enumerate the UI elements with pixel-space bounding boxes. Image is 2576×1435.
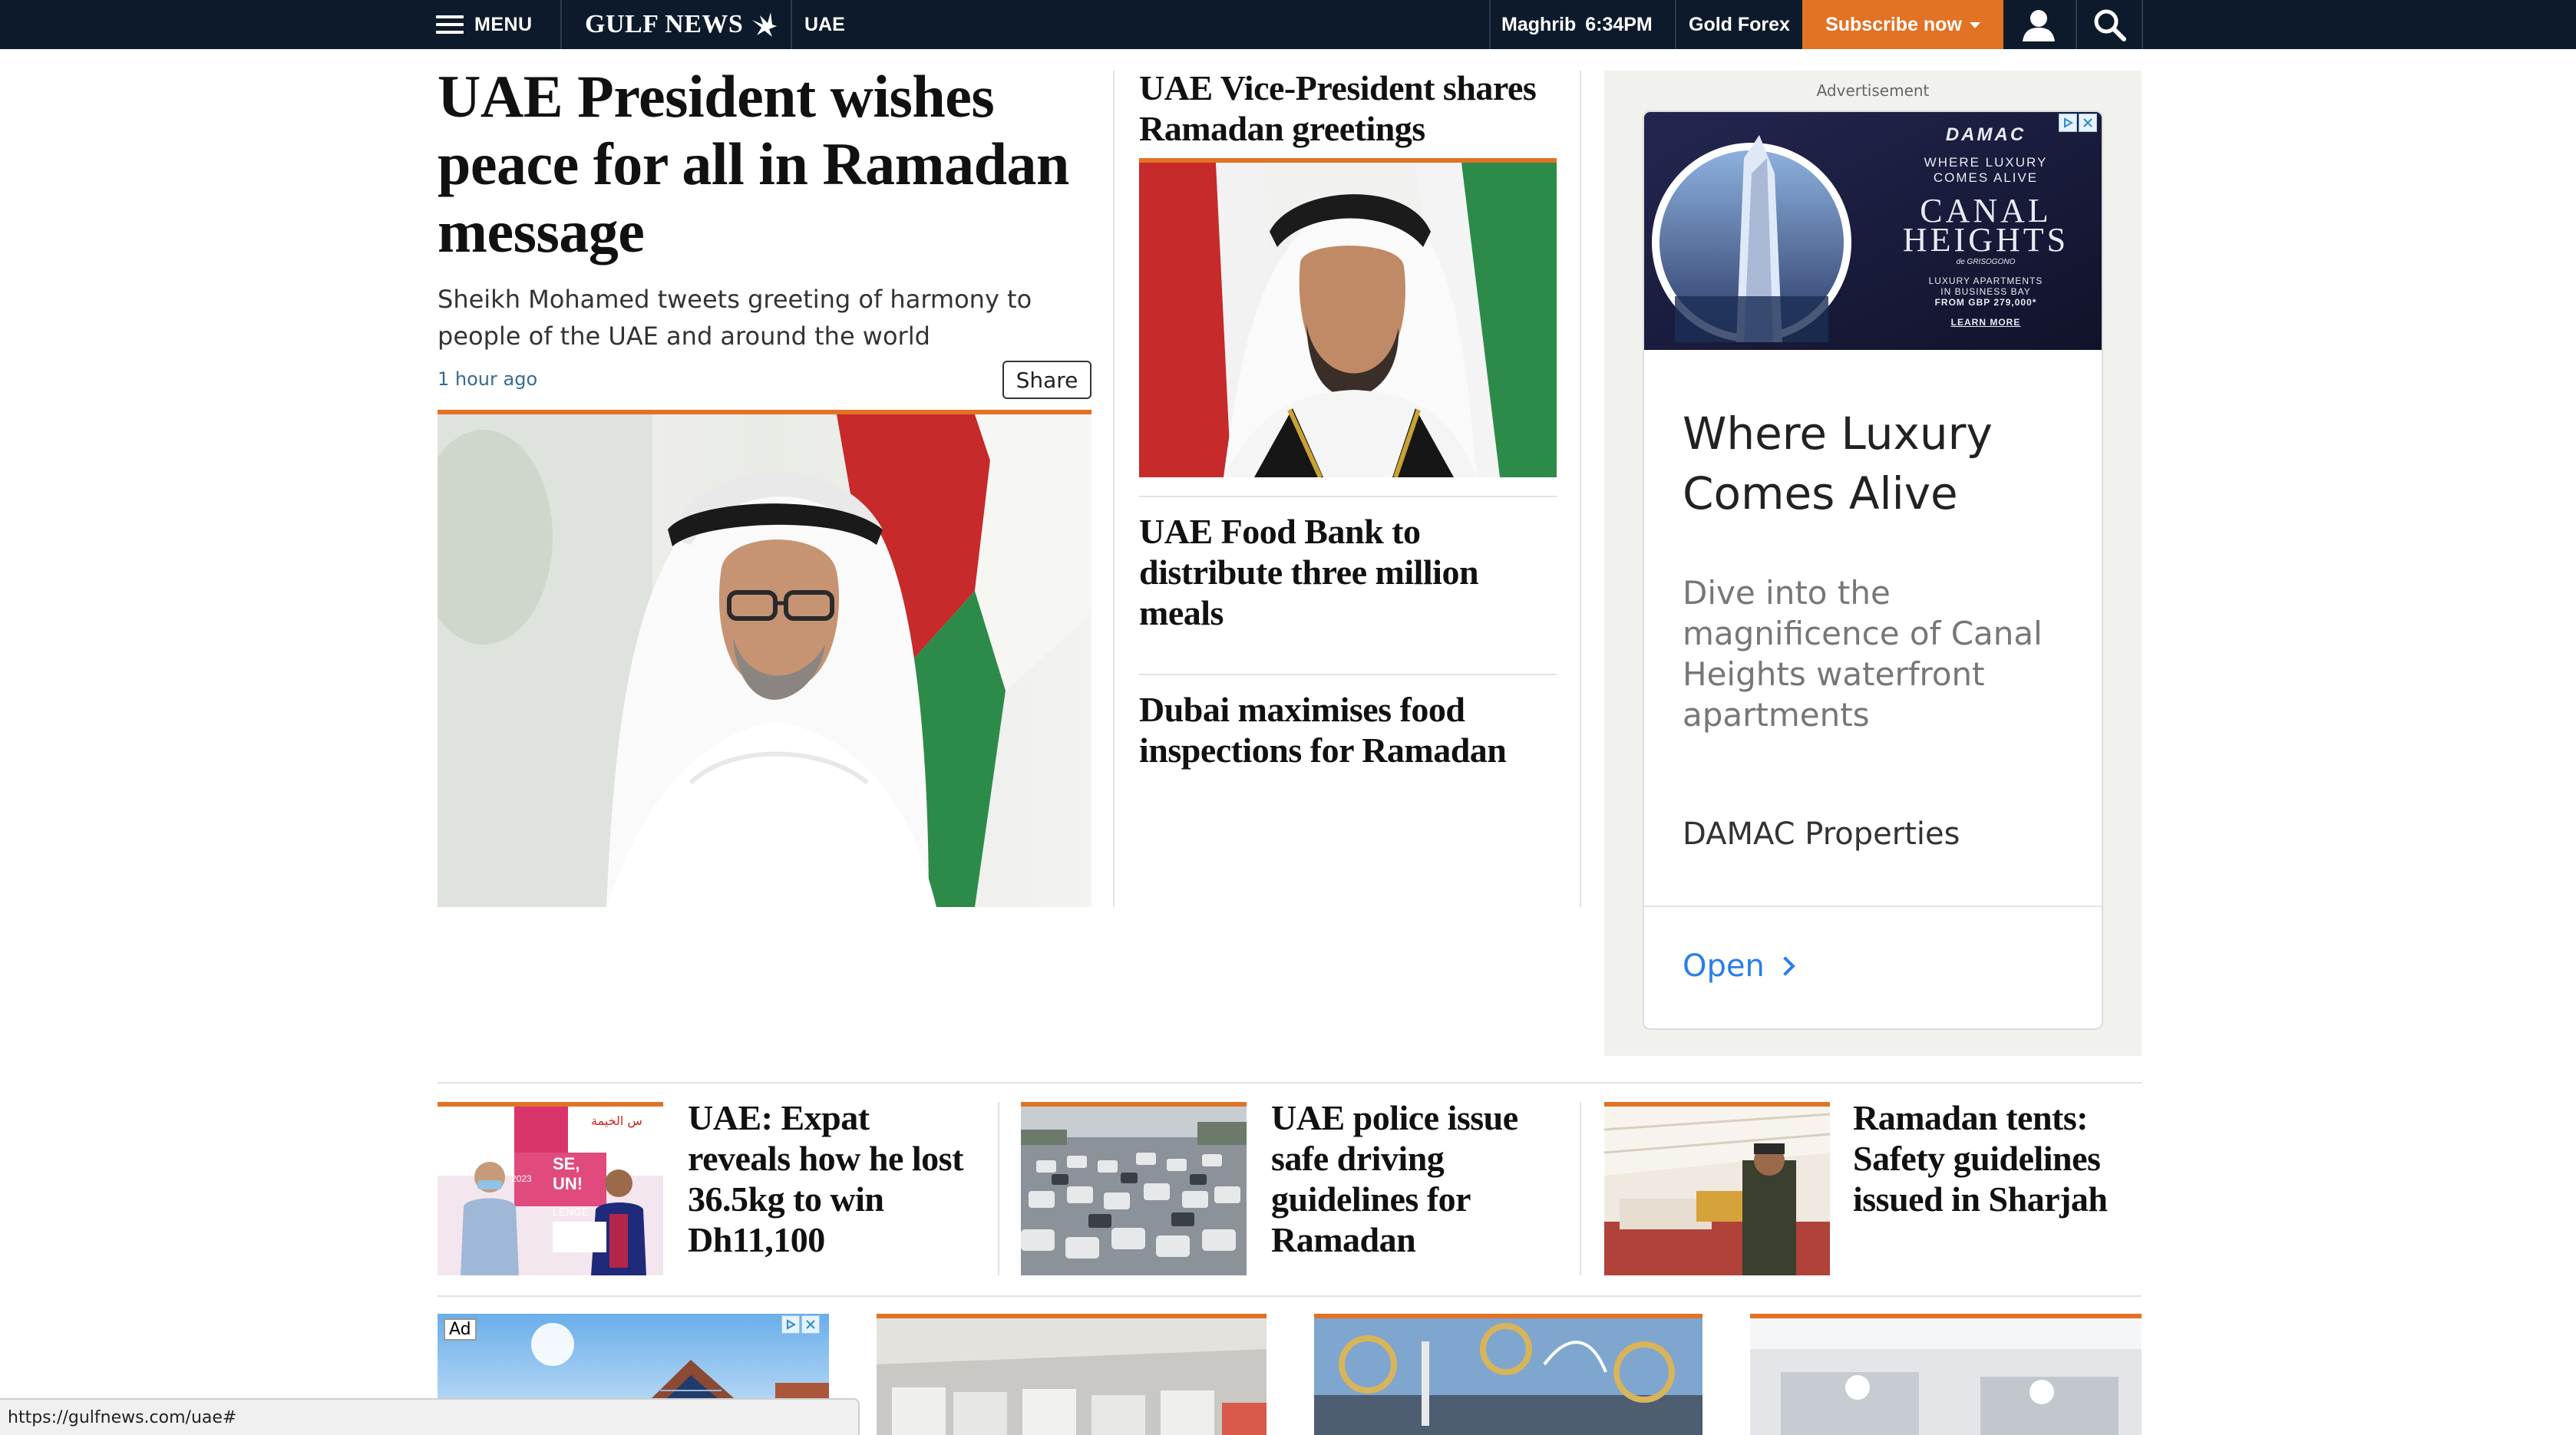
expat-weight-loss-photo[interactable]: س الخيمة SE, UN! 2023 LENGE — [438, 1102, 663, 1275]
expat-sign-challenge: LENGE — [553, 1206, 589, 1218]
hamburger-icon — [436, 14, 464, 35]
menu-button[interactable]: MENU — [436, 0, 533, 49]
prayer-name: Maghrib — [1501, 13, 1577, 35]
story-expat-headline[interactable]: UAE: Expat reveals how he lost 36.5kg to… — [688, 1097, 979, 1260]
ad-close-icon[interactable] — [801, 1315, 820, 1334]
ad-banner-tagline-1: WHERE LUXURY — [1924, 155, 2048, 170]
ad-open-button[interactable]: Open — [1683, 948, 1795, 984]
account-button[interactable] — [2003, 0, 2074, 49]
ad-badge: Ad — [444, 1318, 477, 1341]
ad-close-icon[interactable] — [2079, 114, 2097, 132]
browser-status-url: https://gulfnews.com/uae# — [0, 1398, 860, 1435]
gold-forex-label: Gold Forex — [1689, 13, 1790, 35]
expat-arabic-text: س الخيمة — [591, 1113, 642, 1128]
ad-description: Dive into the magnificence of Canal Heig… — [1683, 574, 2043, 734]
chevron-down-icon — [1969, 22, 1980, 28]
prayer-time[interactable]: Maghrib 6:34PM — [1501, 0, 1653, 49]
adchoices-icon[interactable] — [781, 1315, 800, 1334]
ad-card[interactable]: DAMAC WHERE LUXURY COMES ALIVE CANAL HEI… — [1643, 111, 2103, 1030]
section-link-uae[interactable]: UAE — [804, 0, 845, 49]
search-icon — [2094, 9, 2126, 41]
lead-photo[interactable] — [438, 410, 1091, 907]
top-navigation-bar: MENU GULF NEWS UAE Maghrib 6:34PM Gold F… — [0, 0, 2576, 49]
warehouse-image — [877, 1318, 1267, 1435]
ad-banner-line-3: FROM GBP 279,000* — [1934, 297, 2037, 308]
vice-president-portrait-image — [1139, 163, 1557, 477]
traffic-image — [1021, 1107, 1247, 1275]
story-ramadan-tents-headline[interactable]: Ramadan tents: Safety guidelines issued … — [1853, 1097, 2145, 1219]
adchoices-icon[interactable] — [2059, 114, 2077, 132]
gold-forex-link[interactable]: Gold Forex — [1689, 0, 1790, 49]
share-button[interactable]: Share — [1002, 361, 1091, 399]
traffic-photo[interactable] — [1021, 1102, 1247, 1275]
expat-sign-text-1: SE, — [553, 1154, 580, 1173]
bottom-story-photo-1[interactable] — [877, 1314, 1267, 1435]
advertisement-panel: Advertisement DAMAC WHERE LUXURY COMES A… — [1604, 71, 2142, 1056]
ad-banner-line-2: IN BUSINESS BAY — [1940, 286, 2031, 297]
ad-banner-partner: de GRISOGONO — [1956, 258, 2016, 266]
ad-banner-tagline-2: COMES ALIVE — [1933, 170, 2039, 185]
section-label: UAE — [804, 13, 845, 35]
ad-banner-line-1: LUXURY APARTMENTS — [1928, 275, 2043, 286]
bottom-story-photo-3[interactable] — [1750, 1314, 2142, 1435]
subscribe-label: Subscribe now — [1825, 13, 1962, 35]
lead-timestamp: 1 hour ago — [438, 368, 538, 390]
ad-banner-cta[interactable]: LEARN MORE — [1874, 317, 2097, 328]
president-portrait-image — [438, 414, 1091, 907]
story-food-bank-headline[interactable]: UAE Food Bank to distribute three millio… — [1139, 511, 1538, 633]
ramadan-tent-photo[interactable] — [1604, 1102, 1830, 1275]
expat-sign-year: 2023 — [511, 1173, 532, 1184]
ad-headline[interactable]: Where Luxury Comes Alive — [1683, 404, 2082, 523]
ad-open-label: Open — [1683, 948, 1765, 984]
ad-banner-project-2: HEIGHTS — [1902, 221, 2069, 259]
story-food-inspections-headline[interactable]: Dubai maximises food inspections for Ram… — [1139, 689, 1538, 770]
ad-banner-image[interactable]: DAMAC WHERE LUXURY COMES ALIVE CANAL HEI… — [1644, 112, 2102, 350]
ad-advertiser: DAMAC Properties — [1683, 816, 1960, 852]
lead-headline[interactable]: UAE President wishes peace for all in Ra… — [438, 63, 1098, 266]
expat-photo-image: س الخيمة SE, UN! 2023 LENGE — [438, 1107, 663, 1275]
lead-summary: Sheikh Mohamed tweets greeting of harmon… — [438, 285, 1032, 351]
ramadan-lights-image — [1314, 1318, 1702, 1435]
gulf-news-logo[interactable]: GULF NEWS — [585, 0, 780, 49]
logo-text: GULF NEWS — [585, 10, 744, 38]
menu-label: MENU — [474, 13, 533, 35]
subscribe-button[interactable]: Subscribe now — [1802, 0, 2003, 49]
prayer-time-value: 6:34PM — [1585, 13, 1653, 35]
user-icon — [2023, 10, 2055, 41]
search-button[interactable] — [2077, 0, 2142, 49]
vice-president-photo[interactable] — [1139, 158, 1557, 477]
story-police-guidelines-headline[interactable]: UAE police issue safe driving guidelines… — [1271, 1097, 1563, 1260]
food-inspection-image — [1750, 1318, 2142, 1435]
bottom-story-photo-2[interactable] — [1314, 1314, 1702, 1435]
falcon-logo-icon — [752, 12, 778, 37]
chevron-right-icon — [1775, 956, 1795, 976]
ramadan-tent-image — [1604, 1107, 1830, 1275]
expat-sign-text-2: UN! — [553, 1174, 583, 1193]
advertisement-label: Advertisement — [1816, 81, 1930, 100]
story-vice-president-headline[interactable]: UAE Vice-President shares Ramadan greeti… — [1139, 68, 1569, 149]
